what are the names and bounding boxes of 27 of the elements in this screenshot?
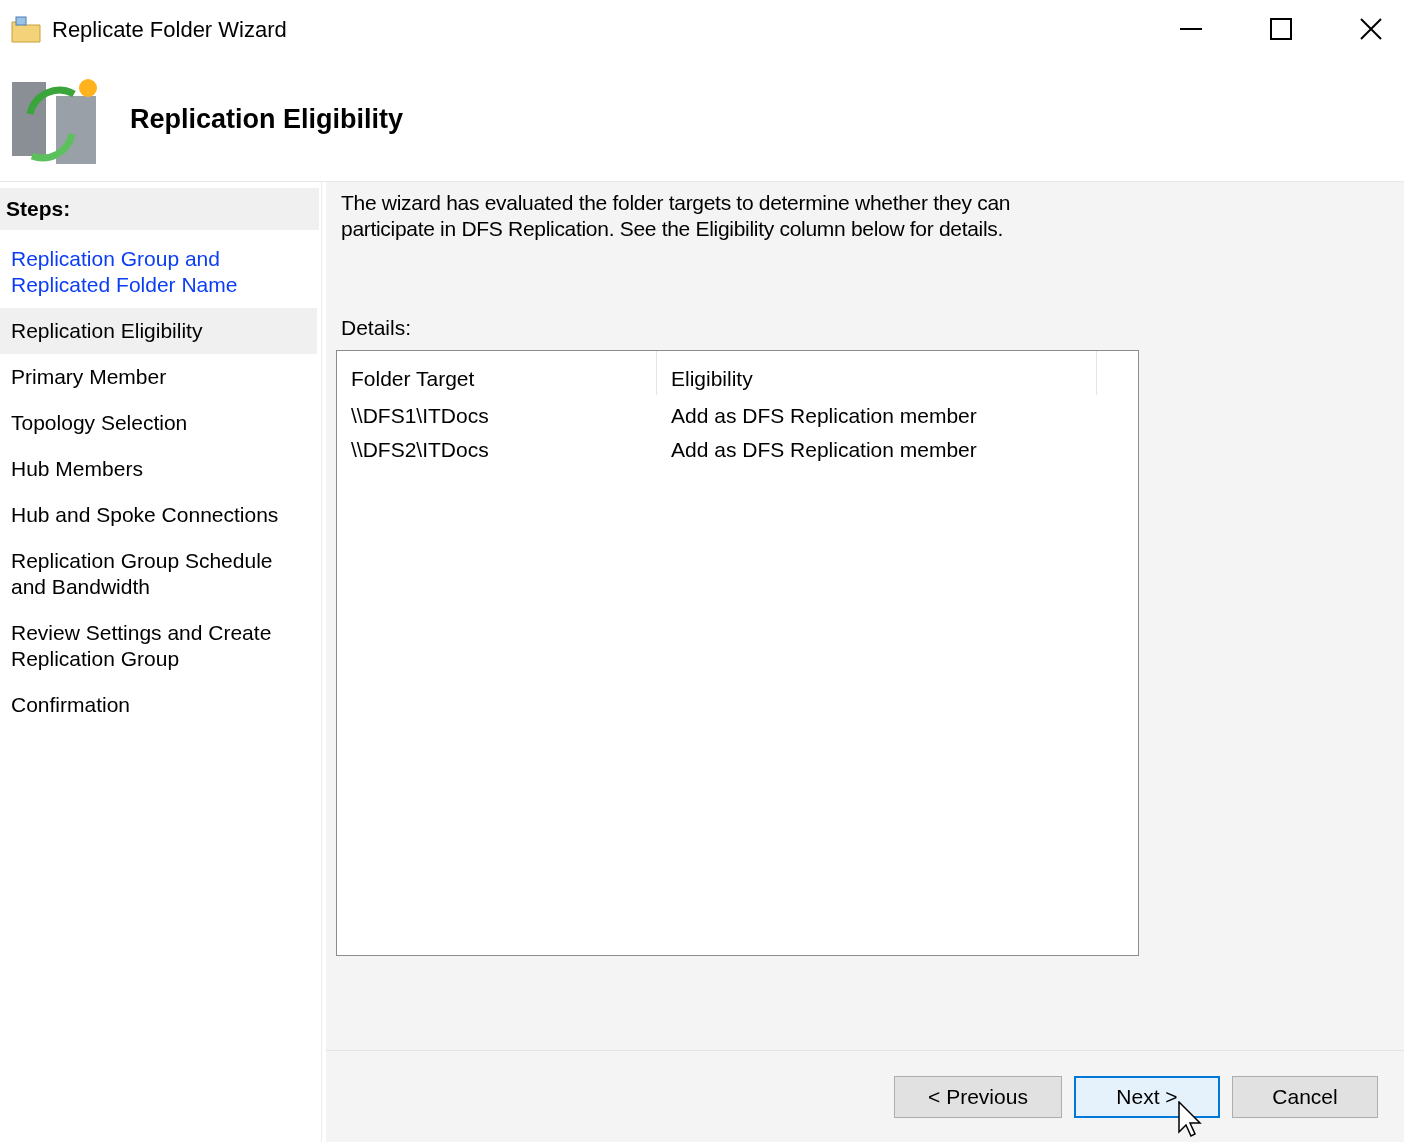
step-item: Primary Member (10, 364, 168, 390)
step-item: Review Settings and Create Replication Group (10, 620, 273, 672)
column-header[interactable]: Eligibility (657, 350, 1097, 395)
table-cell-text: Add as DFS Replication member (670, 402, 978, 429)
step-item: Replication Group Schedule and Bandwidth (10, 548, 274, 600)
details-label: Details: (341, 315, 413, 341)
step-item: Replication Eligibility (0, 308, 317, 354)
column-header[interactable]: Folder Target (337, 350, 657, 395)
steps-heading: Steps: (6, 196, 71, 223)
table-cell-text: \\DFS1\ITDocs (350, 402, 490, 429)
step-item: Confirmation (10, 692, 132, 718)
table-cell-text: Add as DFS Replication member (670, 436, 978, 463)
maximize-icon[interactable] (1270, 18, 1292, 40)
step-item: Hub and Spoke Connections (10, 502, 280, 528)
step-item: Topology Selection (10, 410, 189, 436)
step-link[interactable]: Replication Group and Replicated Folder Name (0, 236, 317, 308)
wizard-button[interactable]: < Previous (894, 1075, 1062, 1118)
mouse-pointer-icon (1178, 1101, 1202, 1137)
description-text: The wizard has evaluated the folder targets to determine whether they can participate in DFS Replication. See the Eligibility column below for details. (341, 190, 1012, 242)
step-item: Hub Members (10, 456, 144, 482)
window-title: Replicate Folder Wizard (52, 15, 287, 44)
wizard-button[interactable]: Cancel (1232, 1075, 1378, 1118)
close-icon[interactable] (1360, 18, 1382, 40)
table-cell-text: \\DFS2\ITDocs (350, 436, 490, 463)
wizard-button[interactable]: Next > (1074, 1075, 1220, 1118)
folder-icon (10, 14, 42, 44)
page-heading: Replication Eligibility (130, 103, 404, 137)
